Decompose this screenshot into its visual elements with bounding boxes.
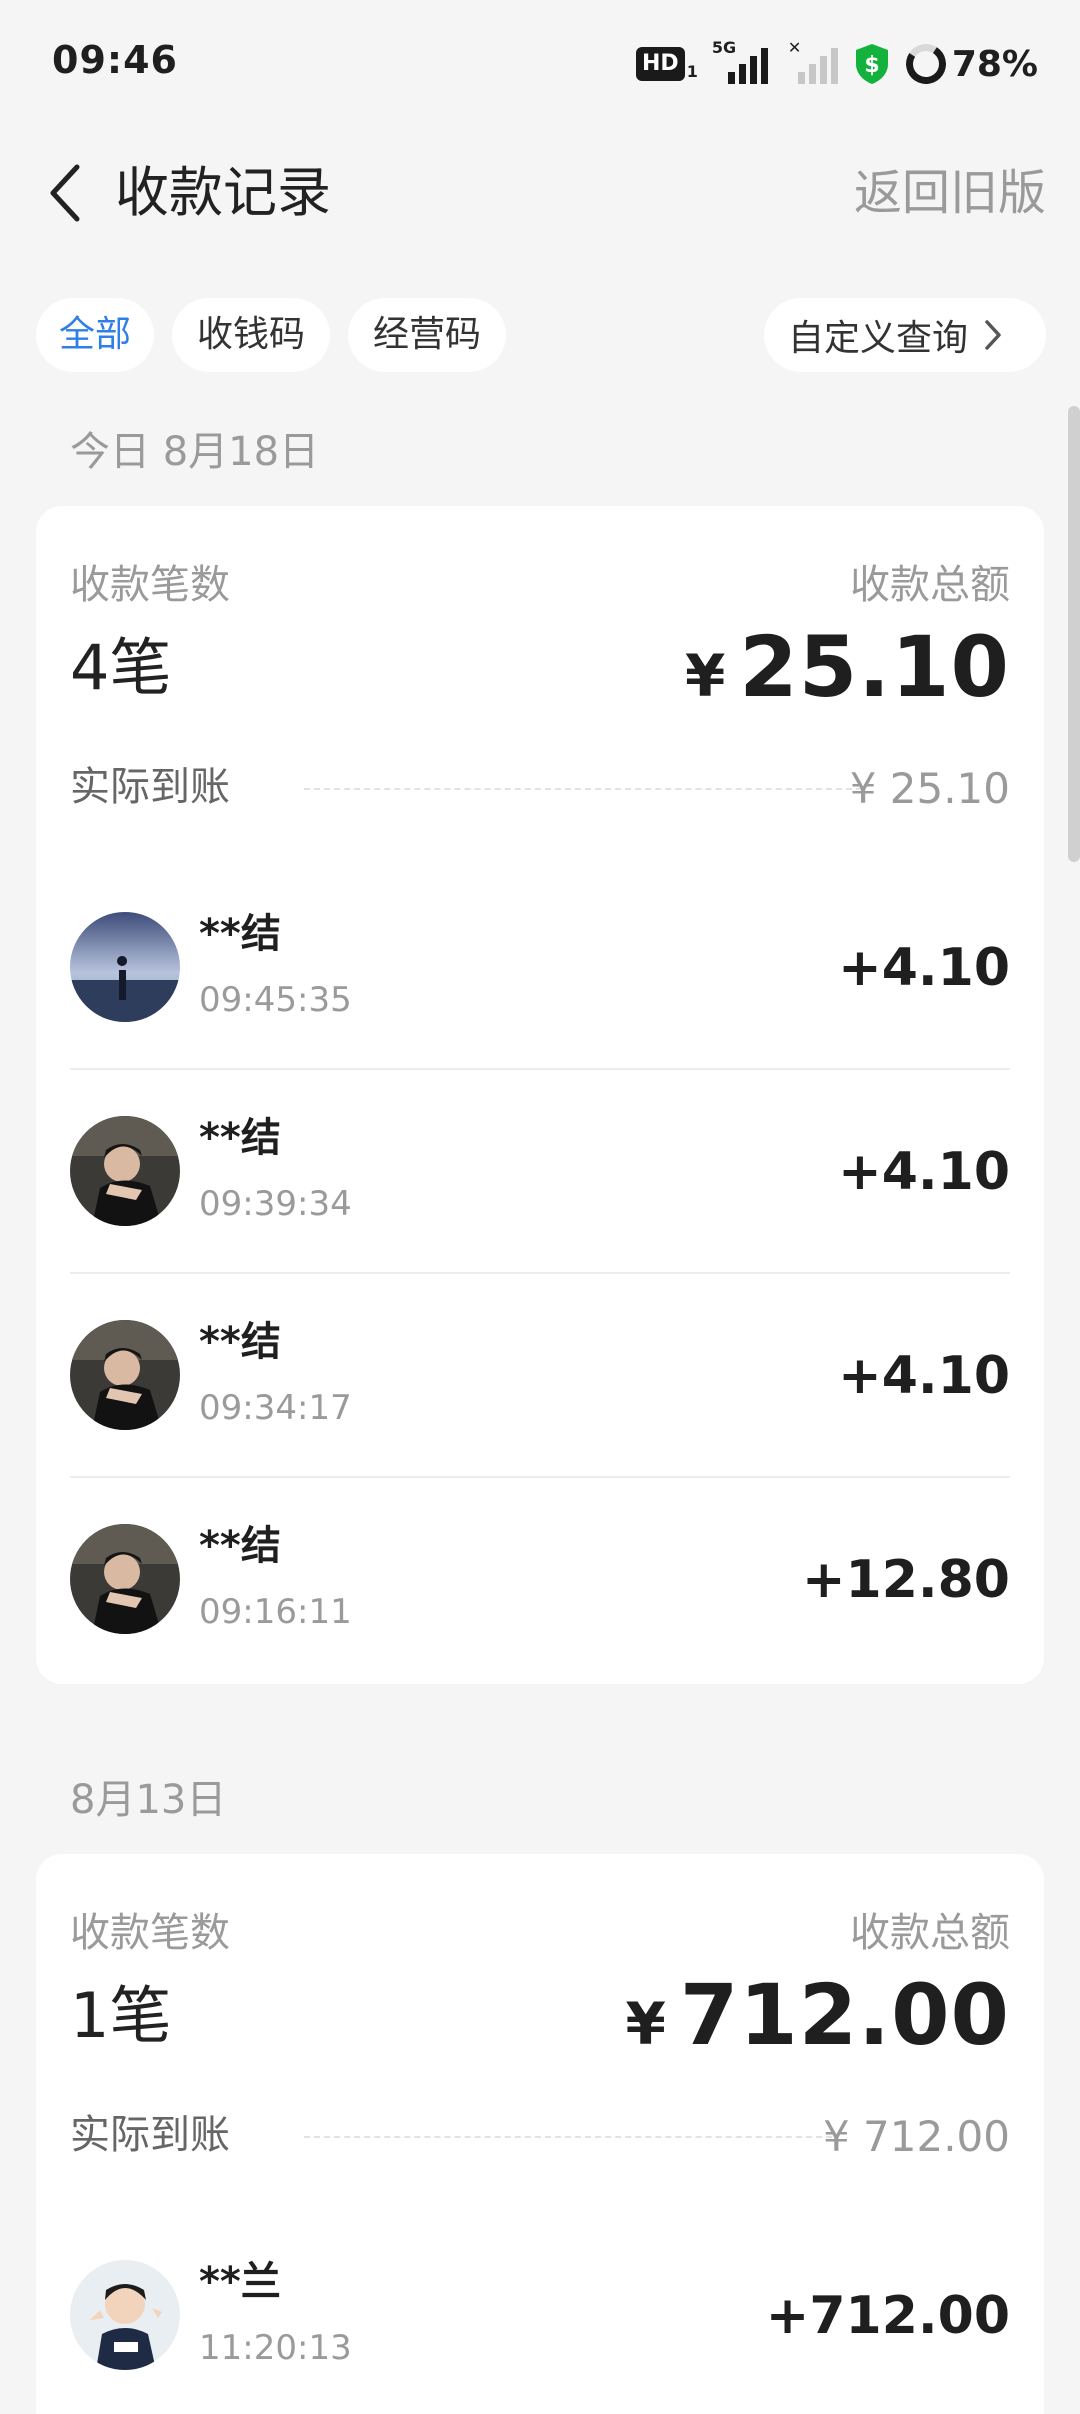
svg-text:$: $	[864, 53, 879, 78]
total-amount-value: 712.00	[679, 1966, 1010, 2064]
transaction-time: 09:45:35	[199, 980, 352, 1020]
status-time: 09:46	[52, 38, 178, 82]
transaction-amount: +4.10	[838, 938, 1010, 998]
transaction-row[interactable]: **结 09:34:17 +4.10	[36, 1274, 1044, 1478]
transaction-row[interactable]: **结 09:39:34 +4.10	[36, 1070, 1044, 1274]
signal-5g-icon: 5G	[712, 38, 768, 86]
chevron-right-icon	[985, 320, 1001, 350]
transaction-time: 11:20:13	[199, 2328, 352, 2368]
currency-symbol: ¥	[625, 1990, 666, 2058]
battery-ring-icon	[902, 40, 950, 88]
total-label: 收款总额	[850, 1910, 1010, 1956]
custom-query-button[interactable]: 自定义查询	[764, 298, 1046, 372]
transaction-amount: +4.10	[838, 1346, 1010, 1406]
battery-level: 78%	[951, 43, 1038, 85]
battery-indicator: 78%	[902, 40, 1038, 88]
chevron-left-icon	[50, 164, 80, 222]
transaction-time: 09:16:11	[199, 1592, 352, 1632]
avatar	[70, 1116, 180, 1226]
total-amount-value: 25.10	[739, 618, 1010, 716]
total-amount: ¥ 712.00	[625, 1966, 1010, 2064]
security-shield-icon: $	[855, 44, 888, 84]
signal-sim2-icon: ✕	[782, 38, 838, 86]
transaction-row[interactable]: **结 09:45:35 +4.10	[36, 866, 1044, 1070]
filter-tab-qr-code[interactable]: 收钱码	[172, 298, 330, 372]
payer-name: **兰	[199, 2259, 281, 2305]
count-label: 收款笔数	[70, 562, 230, 608]
hd-sub-label: 1	[686, 62, 698, 81]
return-old-version-link[interactable]: 返回旧版	[854, 162, 1046, 224]
hd-voice-icon: HD 1	[636, 47, 698, 81]
payment-records-page: 09:46 HD 1 5G ✕ $ 78% 收款记录 返回旧版 全部 收钱码 经…	[0, 0, 1080, 2414]
avatar	[70, 912, 180, 1022]
payer-name: **结	[199, 1115, 281, 1161]
back-button[interactable]	[30, 158, 100, 228]
total-amount: ¥ 25.10	[685, 618, 1010, 716]
filter-bar: 全部 收钱码 经营码 自定义查询	[36, 298, 1046, 376]
transaction-amount: +12.80	[801, 1550, 1010, 1610]
transaction-row[interactable]: **结 09:16:11 +12.80	[36, 1478, 1044, 1682]
arrive-label: 实际到账	[70, 2112, 230, 2158]
transaction-count: 1笔	[70, 1979, 172, 2052]
payer-name: **结	[199, 1319, 281, 1365]
status-bar: 09:46 HD 1 5G ✕ $ 78%	[0, 0, 1080, 128]
custom-query-label: 自定义查询	[788, 318, 969, 359]
arrive-label: 实际到账	[70, 764, 230, 810]
transaction-amount: +4.10	[838, 1142, 1010, 1202]
payer-name: **结	[199, 1523, 281, 1569]
avatar	[70, 1524, 180, 1634]
nav-header: 收款记录 返回旧版	[0, 128, 1080, 258]
transaction-amount: +712.00	[765, 2286, 1010, 2346]
transaction-count: 4笔	[70, 631, 172, 704]
avatar	[70, 2260, 180, 2370]
summary-card: 收款笔数 收款总额 1笔 ¥ 712.00 实际到账 ¥ 712.00 **兰 …	[36, 1854, 1044, 2414]
currency-symbol: ¥	[684, 642, 726, 710]
dashed-divider	[304, 2136, 832, 2138]
filter-tab-all[interactable]: 全部	[36, 298, 154, 372]
arrive-value: ¥ 712.00	[822, 2112, 1010, 2161]
filter-tab-business-code[interactable]: 经营码	[348, 298, 506, 372]
payer-name: **结	[199, 911, 281, 957]
arrive-value: ¥ 25.10	[849, 764, 1010, 813]
transaction-time: 09:34:17	[199, 1388, 352, 1428]
dashed-divider	[304, 788, 862, 790]
date-header: 8月13日	[70, 1777, 227, 1823]
count-label: 收款笔数	[70, 1910, 230, 1956]
date-header-today: 今日 8月18日	[70, 429, 320, 475]
status-icons: HD 1 5G ✕ $ 78%	[636, 38, 1038, 90]
transaction-time: 09:39:34	[199, 1184, 352, 1224]
summary-card-today: 收款笔数 收款总额 4笔 ¥ 25.10 实际到账 ¥ 25.10 **结 09…	[36, 506, 1044, 1684]
scrollbar[interactable]	[1068, 406, 1080, 862]
total-label: 收款总额	[850, 562, 1010, 608]
page-title: 收款记录	[115, 161, 331, 224]
transaction-row[interactable]: **兰 11:20:13 +712.00	[36, 2214, 1044, 2414]
hd-label: HD	[636, 47, 685, 81]
avatar	[70, 1320, 180, 1430]
